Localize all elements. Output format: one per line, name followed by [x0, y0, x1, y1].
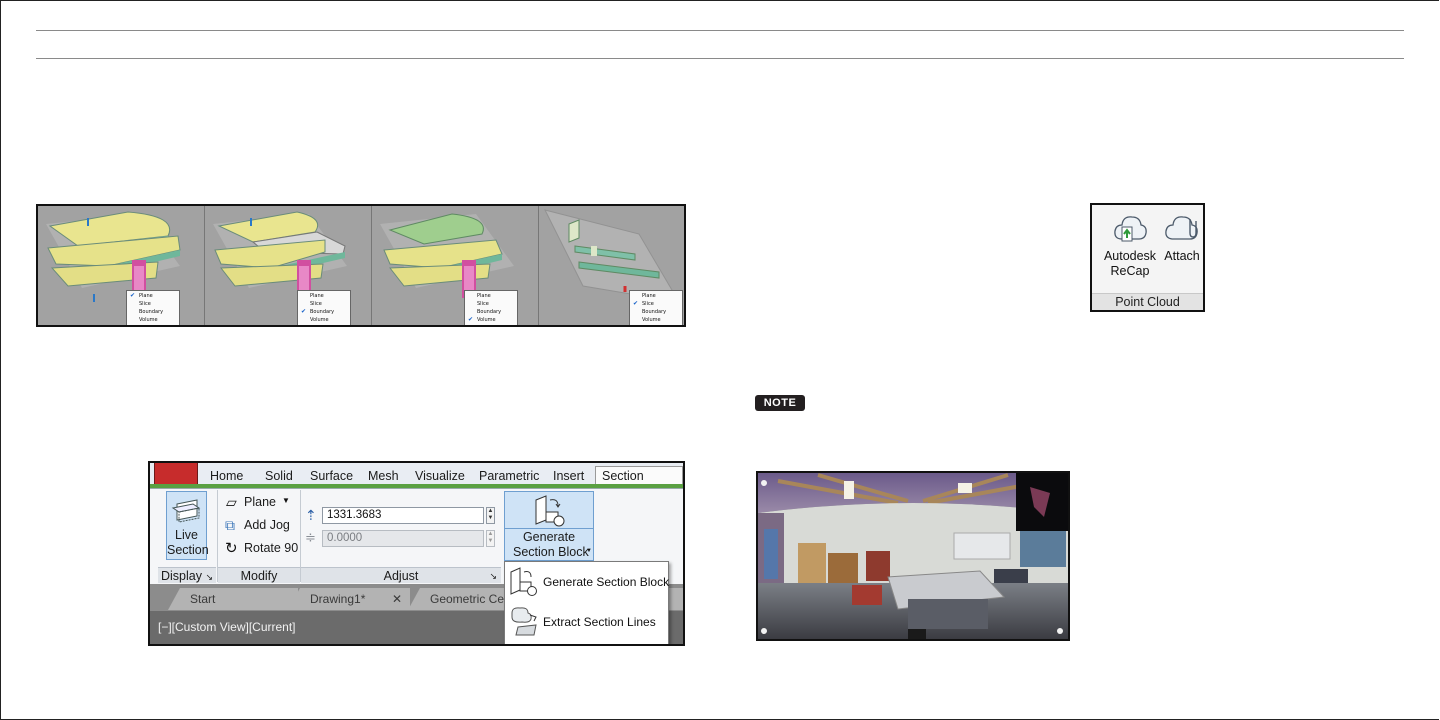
checkmark-icon: ✔ [130, 292, 136, 299]
display-panel-title[interactable]: Display ↘ [158, 567, 216, 583]
header-rule-top [36, 30, 1404, 31]
tab-solid[interactable]: Solid [265, 469, 293, 483]
menu-item-volume[interactable]: ✔Volume [465, 316, 517, 324]
section-mode-panel-plane: ✔Plane ✔Slice ✔Boundary ✔Volume [38, 206, 205, 325]
offset-spinner[interactable]: ▲ ▼ [486, 507, 495, 524]
attach-label: Attach [1164, 249, 1200, 263]
live-section-label-line1: Live [175, 528, 198, 542]
live-section-button[interactable]: Live Section [166, 491, 209, 560]
menu-item-slice[interactable]: ✔Slice [630, 300, 682, 308]
plane-button[interactable]: ▱ Plane ▼ [224, 494, 296, 512]
dialog-launcher-icon[interactable]: ↘ [489, 568, 497, 584]
doc-tab-drawing1[interactable]: Drawing1* ✕ [288, 588, 410, 610]
extract-section-lines-icon [511, 607, 537, 636]
menu-item-plane[interactable]: ✔Plane [298, 292, 350, 300]
section-mode-panel-boundary: ✔Plane ✔Slice ✔Boundary ✔Volume [205, 206, 372, 325]
menu-item-plane[interactable]: ✔Plane [465, 292, 517, 300]
section-mode-menu: ✔Plane ✔Slice ✔Boundary ✔Volume [297, 290, 351, 325]
live-section-icon [171, 499, 201, 523]
section-mode-panel-slice: ✔Plane ✔Slice ✔Boundary ✔Volume [539, 206, 684, 325]
doc-tab-start[interactable]: Start [168, 588, 298, 610]
tab-home[interactable]: Home [210, 469, 243, 483]
doc-tab-geometric-center[interactable]: Geometric Cen [408, 588, 518, 610]
thickness-icon: ≑ [305, 530, 316, 545]
slice-thickness-field: 0.0000 [322, 530, 484, 547]
section-mode-panel-volume: ✔Plane ✔Slice ✔Boundary ✔Volume [372, 206, 539, 325]
autodesk-recap-button[interactable]: Autodesk ReCap [1102, 211, 1158, 279]
generate-section-block-icon [510, 567, 537, 596]
menu-item-generate-section-block[interactable]: Generate Section Block [505, 563, 669, 601]
rotate-icon: ↻ [225, 540, 238, 557]
menu-item-volume[interactable]: ✔Volume [127, 316, 179, 324]
checkmark-icon: ✔ [633, 300, 639, 307]
section-mode-menu: ✔Plane ✔Slice ✔Boundary ✔Volume [464, 290, 518, 325]
menu-item-boundary[interactable]: ✔Boundary [127, 308, 179, 316]
adjust-panel-title[interactable]: Adjust ↘ [301, 567, 501, 583]
section-mode-menu: ✔Plane ✔Slice ✔Boundary ✔Volume [126, 290, 180, 325]
note-badge: NOTE [755, 395, 805, 411]
plane-icon: ▱ [226, 494, 237, 510]
ribbon-tab-bar: Home Solid Surface Mesh Visualize Parame… [150, 463, 683, 497]
workshop-panorama-image [758, 473, 1068, 639]
add-jog-button[interactable]: ⧉ Add Jog [224, 517, 296, 535]
generate-section-block-button[interactable]: Generate Section Block ▼ [504, 491, 594, 561]
recap-label-line1: Autodesk [1103, 249, 1157, 263]
point-cloud-panel: Autodesk ReCap Attach Point Cloud [1090, 203, 1205, 312]
recap-label-line2: ReCap [1110, 264, 1150, 278]
section-plane-ribbon-figure: Home Solid Surface Mesh Visualize Parame… [148, 461, 685, 646]
menu-item-volume[interactable]: ✔Volume [630, 316, 682, 324]
attach-cloud-icon [1165, 216, 1198, 240]
menu-item-plane[interactable]: ✔Plane [127, 292, 179, 300]
viewport-controls-label[interactable]: [−][Custom View][Current] [158, 620, 296, 634]
generate-dropdown-menu: Generate Section Block Extract Section L… [504, 561, 669, 644]
menu-item-plane[interactable]: ✔Plane [630, 292, 682, 300]
thickness-spinner: ▲ ▼ [486, 530, 495, 547]
tab-section-plane[interactable]: Section Plane [595, 466, 683, 497]
menu-item-slice[interactable]: ✔Slice [465, 300, 517, 308]
section-mode-menu: ✔Plane ✔Slice ✔Boundary ✔Volume [629, 290, 683, 325]
live-section-label-line2: Section [167, 543, 209, 557]
header-rule-bottom [36, 58, 1404, 59]
menu-item-boundary[interactable]: ✔Boundary [465, 308, 517, 316]
dialog-launcher-icon[interactable]: ↘ [205, 572, 213, 582]
tab-parametric[interactable]: Parametric [479, 469, 539, 483]
tab-insert[interactable]: Insert [553, 469, 584, 483]
modify-panel-title: Modify [218, 567, 300, 583]
application-menu-button[interactable] [154, 463, 198, 485]
rotate-90-button[interactable]: ↻ Rotate 90 [224, 540, 298, 558]
menu-item-slice[interactable]: ✔Slice [127, 300, 179, 308]
generate-label-line2: Section Block [513, 545, 589, 559]
menu-item-volume[interactable]: ✔Volume [298, 316, 350, 324]
checkmark-icon: ✔ [468, 316, 474, 323]
checkmark-icon: ✔ [301, 308, 307, 315]
close-icon[interactable]: ✕ [392, 588, 402, 610]
attach-button[interactable]: Attach [1162, 211, 1202, 264]
point-cloud-panel-title: Point Cloud [1092, 293, 1203, 310]
offset-icon: ⇡ [305, 507, 317, 523]
menu-item-slice[interactable]: ✔Slice [298, 300, 350, 308]
recap-cloud-icon [1114, 216, 1147, 242]
generate-label-line1: Generate [522, 530, 576, 544]
tab-mesh[interactable]: Mesh [368, 469, 399, 483]
add-jog-icon: ⧉ [225, 517, 235, 533]
section-offset-field[interactable]: 1331.3683 [322, 507, 484, 524]
tab-visualize[interactable]: Visualize [415, 469, 465, 483]
chevron-down-icon: ▼ [282, 496, 290, 505]
generate-section-block-icon [535, 495, 565, 527]
menu-item-boundary[interactable]: ✔Boundary [630, 308, 682, 316]
point-cloud-panorama-figure [756, 471, 1070, 641]
chevron-down-icon[interactable]: ▼ [586, 548, 592, 554]
section-modes-figure: ✔Plane ✔Slice ✔Boundary ✔Volume ✔Plane ✔… [36, 204, 686, 327]
menu-item-extract-section-lines[interactable]: Extract Section Lines [505, 603, 668, 641]
menu-item-boundary[interactable]: ✔Boundary [298, 308, 350, 316]
tab-surface[interactable]: Surface [310, 469, 353, 483]
